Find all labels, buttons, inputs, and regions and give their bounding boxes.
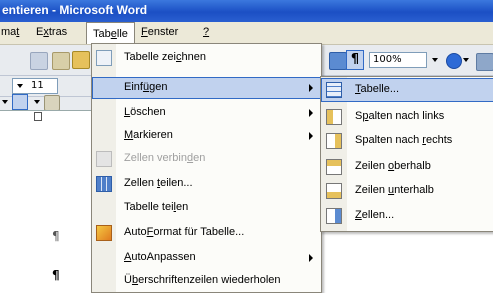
submenu-item-rows-above[interactable]: Zeilen oberhalb (321, 155, 493, 179)
menu-fenster[interactable]: Fenster (141, 26, 178, 38)
paragraph-mark: ¶ (52, 268, 60, 282)
menu-tabelle[interactable]: Tabelle (86, 22, 135, 44)
menu-item-split-cells[interactable]: Zellen teilen... (92, 173, 321, 195)
zoom-field[interactable]: 100% (369, 52, 427, 68)
split-cells-icon (96, 176, 112, 192)
border-icon[interactable] (12, 94, 28, 110)
menu-item-select[interactable]: Markieren (92, 125, 321, 147)
menu-item-autoformat[interactable]: AutoFormat für Tabelle... (92, 222, 321, 244)
show-formatting-button[interactable]: ¶ (346, 50, 364, 70)
insert-cells-icon (326, 208, 342, 224)
menu-format[interactable]: mat (1, 26, 19, 38)
pilcrow-icon: ¶ (350, 52, 360, 67)
autoformat-icon (96, 225, 112, 241)
help-icon[interactable] (446, 53, 462, 69)
window-title: entieren - Microsoft Word (2, 3, 148, 17)
draw-table-icon (96, 50, 112, 66)
format-painter-icon[interactable] (72, 51, 90, 69)
read-mode-icon[interactable] (476, 53, 493, 71)
chevron-down-icon[interactable] (2, 100, 8, 104)
menu-bar: mat Extras Tabelle Fenster ? (0, 22, 493, 45)
menu-extras[interactable]: Extras (36, 26, 67, 38)
shading-icon[interactable] (44, 95, 60, 111)
font-size-field[interactable]: 11 (12, 78, 58, 94)
merge-cells-icon (96, 151, 112, 167)
menu-item-delete[interactable]: Löschen (92, 102, 321, 124)
rows-above-icon (326, 159, 342, 175)
table-menu: Tabelle zeichnen Einfügen Löschen Markie… (91, 43, 322, 293)
chevron-down-icon (17, 84, 23, 88)
document-map-icon[interactable] (329, 52, 347, 70)
menu-item-insert[interactable]: Einfügen (92, 77, 321, 99)
menu-help[interactable]: ? (203, 26, 209, 38)
submenu-item-columns-right[interactable]: Spalten nach rechts (321, 129, 493, 153)
chevron-down-icon[interactable] (432, 58, 438, 62)
submenu-arrow-icon (309, 84, 313, 92)
chevron-down-icon[interactable] (463, 58, 469, 62)
insert-table-icon (326, 82, 342, 98)
insert-submenu: Tabelle... Spalten nach links Spalten na… (320, 76, 493, 232)
submenu-arrow-icon (309, 109, 313, 117)
submenu-arrow-icon (309, 132, 313, 140)
indent-marker[interactable] (34, 112, 42, 121)
menu-item-autofit[interactable]: AutoAnpassen (92, 247, 321, 269)
submenu-item-columns-left[interactable]: Spalten nach links (321, 105, 493, 129)
paragraph-mark: ¶ (52, 229, 60, 243)
menu-item-draw-table[interactable]: Tabelle zeichnen (92, 47, 321, 69)
copy-icon[interactable] (30, 52, 48, 70)
menu-item-merge-cells: Zellen verbinden (92, 148, 321, 170)
menu-item-split-table[interactable]: Tabelle teilen (92, 197, 321, 219)
title-bar: entieren - Microsoft Word (0, 0, 493, 22)
submenu-arrow-icon (309, 254, 313, 262)
submenu-item-table[interactable]: Tabelle... (321, 78, 493, 102)
rows-below-icon (326, 183, 342, 199)
paste-icon[interactable] (52, 52, 70, 70)
columns-right-icon (326, 133, 342, 149)
columns-left-icon (326, 109, 342, 125)
submenu-item-cells[interactable]: Zellen... (321, 204, 493, 228)
menu-item-repeat-headers[interactable]: Überschriftenzeilen wiederholen (92, 270, 321, 292)
chevron-down-icon[interactable] (34, 100, 40, 104)
submenu-item-rows-below[interactable]: Zeilen unterhalb (321, 179, 493, 203)
